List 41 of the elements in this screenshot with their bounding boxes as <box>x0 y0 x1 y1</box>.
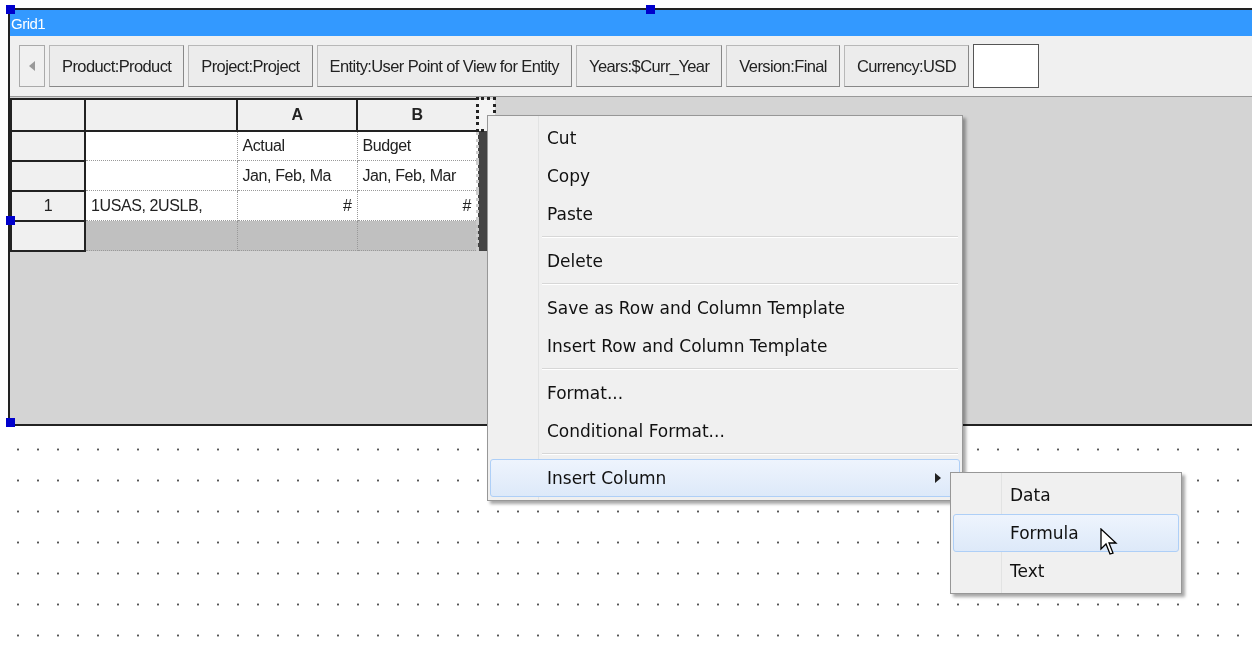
menu-item[interactable]: Insert Row and Column Template <box>490 327 960 365</box>
menu-item[interactable]: Paste <box>490 195 960 233</box>
menu-item[interactable]: Cut <box>490 119 960 157</box>
table-cell: Budget <box>357 130 478 161</box>
dimension-button[interactable]: Product:Product <box>49 45 185 87</box>
table-cell: Jan, Feb, Ma <box>237 160 357 191</box>
menu-item[interactable]: Delete <box>490 242 960 280</box>
dimension-button[interactable]: Years:$Curr_Year <box>576 45 723 87</box>
input-field[interactable] <box>973 44 1040 88</box>
menu-item[interactable]: Text <box>953 552 1179 590</box>
menu-item[interactable]: Copy <box>490 157 960 195</box>
dimension-button[interactable]: Project:Project <box>188 45 313 87</box>
dimension-button[interactable]: Version:Final <box>726 45 840 87</box>
selection-handle[interactable] <box>6 216 15 225</box>
column-header[interactable] <box>85 98 237 131</box>
menu-item[interactable]: Formula <box>953 514 1179 552</box>
selection-handle[interactable] <box>646 5 655 14</box>
menu-item[interactable]: Insert Column <box>490 459 960 497</box>
menu-item[interactable]: Save as Row and Column Template <box>490 289 960 327</box>
row-header[interactable]: 1 <box>11 190 85 221</box>
row-header[interactable] <box>11 220 85 251</box>
table-cell: Actual <box>237 130 357 161</box>
table-cell: # <box>357 190 478 221</box>
submenu-arrow-icon <box>935 473 941 483</box>
column-header[interactable]: A <box>237 98 357 131</box>
selection-handle[interactable] <box>6 418 15 427</box>
table-cell: 1USAS, 2USLB, <box>85 190 237 221</box>
mouse-pointer-icon <box>1100 528 1120 556</box>
row-header[interactable] <box>11 160 85 191</box>
grid-title: Grid1 <box>10 14 46 32</box>
dimension-button[interactable]: Entity:User Point of View for Entity <box>316 45 572 87</box>
left-arrow-icon <box>29 61 35 71</box>
menu-item[interactable]: Conditional Format... <box>490 412 960 450</box>
dimension-button[interactable]: Currency:USD <box>843 45 970 87</box>
menu-item[interactable]: Format... <box>490 374 960 412</box>
selection-handle[interactable] <box>6 5 15 14</box>
column-header[interactable] <box>11 98 85 131</box>
table-cell: # <box>237 190 357 221</box>
row-header[interactable] <box>11 130 85 161</box>
table-cell: Jan, Feb, Mar <box>357 160 478 191</box>
column-header[interactable]: B <box>357 98 478 131</box>
